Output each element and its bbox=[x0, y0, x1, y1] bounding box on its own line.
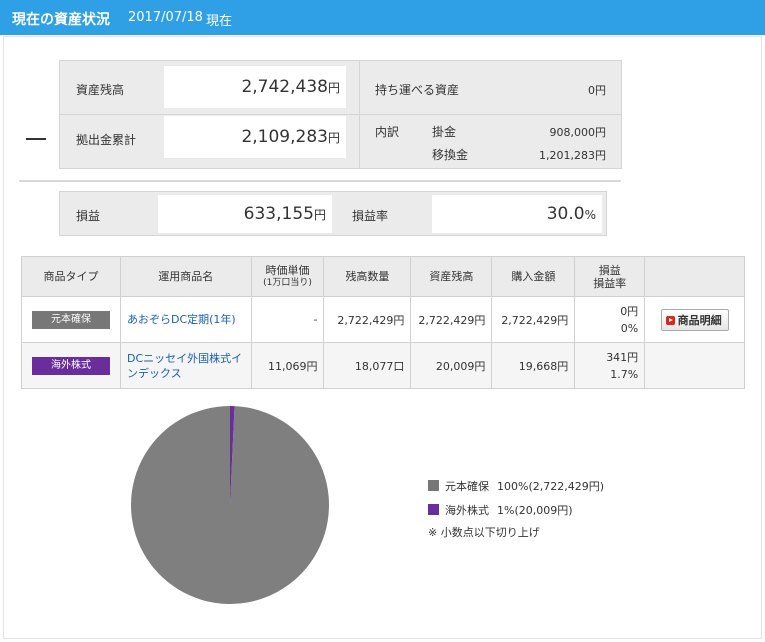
page-title: 現在の資産状況 bbox=[12, 12, 110, 28]
play-icon bbox=[665, 315, 675, 325]
pl-rate-value: 0% bbox=[620, 321, 639, 335]
cost-cell: 2,722,429円 bbox=[491, 296, 576, 343]
type-badge: 海外株式 bbox=[31, 356, 110, 375]
cost-cell: 19,668円 bbox=[491, 342, 576, 389]
contribution-label: 拠出金累計 bbox=[76, 133, 137, 147]
pl-value: 0円 bbox=[620, 304, 639, 318]
divider bbox=[19, 180, 621, 182]
balance-value: 2,742,438円 bbox=[164, 66, 346, 108]
legend-name: 元本確保 bbox=[445, 480, 489, 493]
contribution-value: 2,109,283円 bbox=[164, 116, 346, 158]
asset-cell: 2,722,429円 bbox=[410, 296, 493, 343]
profit-panel: 損益 633,155円 損益率 30.0% bbox=[59, 191, 607, 236]
qty-cell: 2,722,429円 bbox=[323, 296, 412, 343]
allocation-pie-chart bbox=[131, 406, 329, 604]
profit-value: 633,155円 bbox=[158, 195, 332, 233]
legend-value: 100%(2,722,429円) bbox=[497, 480, 605, 493]
minus-sign bbox=[26, 138, 46, 140]
portable-asset-label: 持ち運べる資産 bbox=[375, 83, 460, 97]
page-header: 現在の資産状況 2017/07/18 現在 bbox=[0, 0, 765, 35]
ikan-label: 移換金 bbox=[432, 148, 469, 162]
portable-asset-value: 0円 bbox=[588, 84, 606, 97]
fund-name-link[interactable]: あおぞらDC定期(1年) bbox=[127, 313, 236, 326]
kakekin-label: 掛金 bbox=[432, 125, 457, 139]
asset-summary-panel: 資産残高 2,742,438円 拠出金累計 2,109,283円 持ち運べる資産… bbox=[59, 60, 622, 169]
profit-label: 損益 bbox=[76, 209, 101, 223]
as-of-suffix: 現在 bbox=[206, 14, 233, 29]
fund-name-link[interactable]: DCニッセイ外国株式インデックス bbox=[127, 352, 242, 380]
col-header-asset: 資産残高 bbox=[410, 256, 493, 297]
col-header-qty: 残高数量 bbox=[323, 256, 412, 297]
as-of-date: 2017/07/18 bbox=[128, 10, 203, 25]
table-row: 海外株式 DCニッセイ外国株式インデックス 11,069円 18,077口 20… bbox=[21, 342, 745, 389]
holdings-table: 商品タイプ 運用商品名 時価単価 (1万口当り) 残高数量 資産残高 購入金額 損… bbox=[21, 256, 745, 389]
col-header-price: 時価単価 (1万口当り) bbox=[250, 256, 325, 297]
col-header-name: 運用商品名 bbox=[119, 256, 252, 297]
price-cell: - bbox=[250, 296, 325, 343]
legend-value: 1%(20,009円) bbox=[497, 504, 573, 517]
ikan-value: 1,201,283円 bbox=[539, 149, 606, 162]
col-header-pl: 損益 損益率 bbox=[574, 256, 646, 297]
table-header-row: 商品タイプ 運用商品名 時価単価 (1万口当り) 残高数量 資産残高 購入金額 損… bbox=[21, 256, 745, 297]
type-badge: 元本確保 bbox=[31, 310, 110, 329]
legend-swatch bbox=[428, 504, 439, 515]
product-detail-button[interactable]: 商品明細 bbox=[660, 308, 729, 331]
kakekin-value: 908,000円 bbox=[549, 126, 607, 139]
pl-value: 341円 bbox=[606, 350, 639, 364]
qty-cell: 18,077口 bbox=[323, 342, 412, 389]
profit-rate-label: 損益率 bbox=[352, 209, 389, 223]
col-header-action bbox=[644, 256, 745, 297]
asset-cell: 20,009円 bbox=[410, 342, 493, 389]
legend-item: 海外株式 1%(20,009円) bbox=[428, 502, 573, 518]
table-row: 元本確保 あおぞらDC定期(1年) - 2,722,429円 2,722,429… bbox=[21, 296, 745, 343]
legend-name: 海外株式 bbox=[445, 504, 489, 517]
legend-swatch bbox=[428, 480, 439, 491]
profit-rate-value: 30.0% bbox=[432, 195, 602, 233]
col-header-type: 商品タイプ bbox=[21, 256, 121, 297]
price-cell: 11,069円 bbox=[250, 342, 325, 389]
rounding-note: ※ 小数点以下切り上げ bbox=[428, 526, 540, 539]
col-header-cost: 購入金額 bbox=[491, 256, 576, 297]
breakdown-label: 内訳 bbox=[375, 125, 400, 139]
pl-rate-value: 1.7% bbox=[610, 367, 639, 381]
legend-item: 元本確保 100%(2,722,429円) bbox=[428, 478, 604, 494]
balance-label: 資産残高 bbox=[76, 83, 125, 97]
